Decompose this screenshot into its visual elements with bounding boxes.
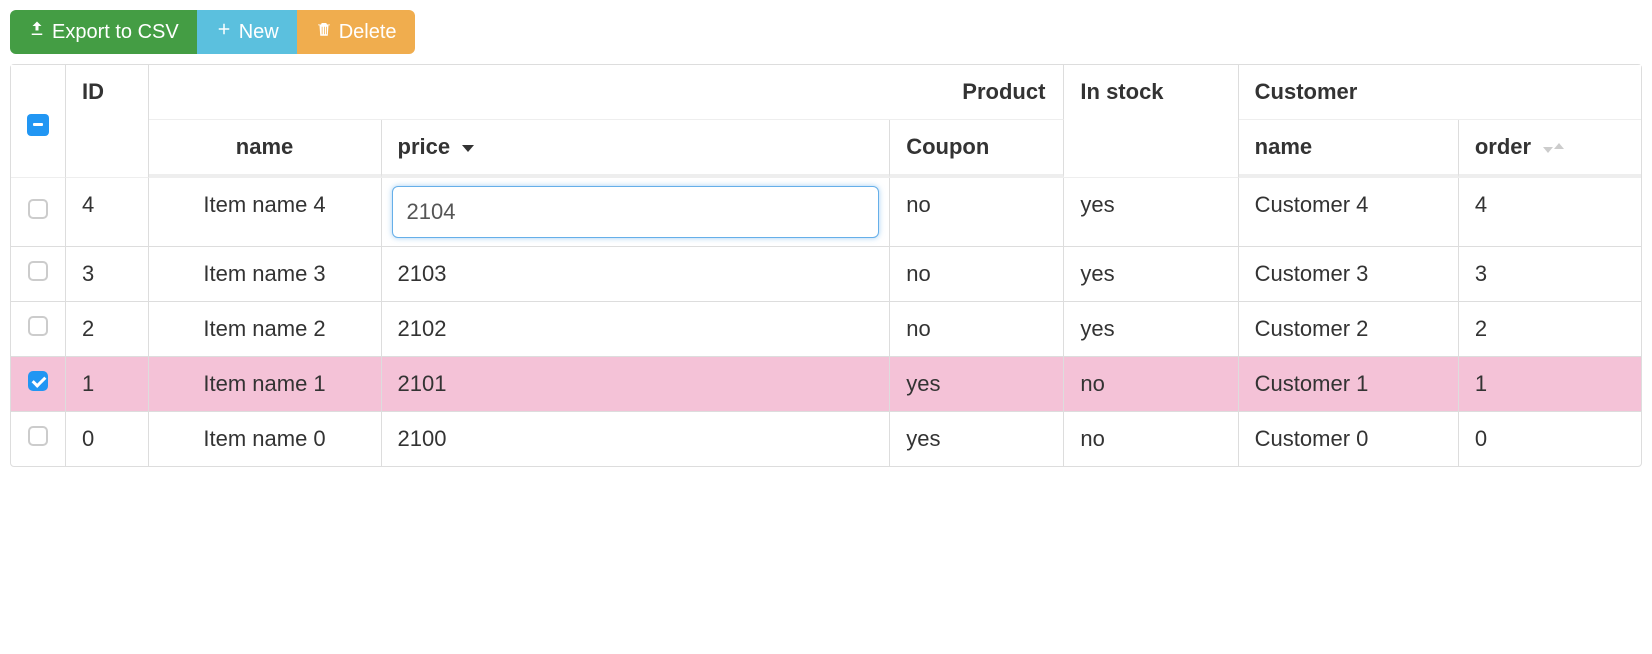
table-row: 2 Item name 2 2102 no yes Customer 2 2 (11, 302, 1641, 357)
sort-desc-icon (462, 145, 474, 152)
delete-button[interactable]: Delete (297, 10, 415, 54)
export-csv-label: Export to CSV (52, 21, 179, 44)
customer-name-header[interactable]: name (1239, 120, 1459, 178)
data-table: ID Product In stock Customer name price … (10, 64, 1642, 467)
cell-price[interactable]: 2100 (382, 412, 891, 466)
cell-price[interactable]: 2101 (382, 357, 891, 412)
cell-coupon[interactable]: yes (890, 412, 1064, 466)
sort-both-icon (1543, 143, 1564, 153)
cell-in-stock[interactable]: yes (1064, 247, 1238, 302)
toolbar: Export to CSV New Delete (10, 10, 1642, 54)
cell-in-stock[interactable]: yes (1064, 178, 1238, 247)
cell-id[interactable]: 1 (66, 357, 149, 412)
export-csv-button[interactable]: Export to CSV (10, 10, 197, 54)
row-checkbox[interactable] (28, 199, 48, 219)
cell-product-name[interactable]: Item name 1 (149, 357, 382, 412)
select-all-checkbox[interactable] (27, 114, 49, 136)
cell-order[interactable]: 1 (1459, 357, 1641, 412)
table-row: 1 Item name 1 2101 yes no Customer 1 1 (11, 357, 1641, 412)
select-all-header (11, 65, 66, 178)
delete-label: Delete (339, 21, 397, 44)
cell-customer[interactable]: Customer 2 (1239, 302, 1459, 357)
plus-icon (215, 20, 233, 44)
row-checkbox[interactable] (28, 316, 48, 336)
cell-coupon[interactable]: no (890, 178, 1064, 247)
cell-id[interactable]: 4 (66, 178, 149, 247)
cell-customer[interactable]: Customer 1 (1239, 357, 1459, 412)
table-row: 3 Item name 3 2103 no yes Customer 3 3 (11, 247, 1641, 302)
table-row: 0 Item name 0 2100 yes no Customer 0 0 (11, 412, 1641, 466)
cell-customer[interactable]: Customer 0 (1239, 412, 1459, 466)
row-checkbox[interactable] (28, 261, 48, 281)
cell-price[interactable]: 2103 (382, 247, 891, 302)
cell-product-name[interactable]: Item name 3 (149, 247, 382, 302)
product-name-header[interactable]: name (149, 120, 382, 178)
cell-in-stock[interactable]: no (1064, 357, 1238, 412)
order-header[interactable]: order (1459, 120, 1641, 178)
cell-order[interactable]: 2 (1459, 302, 1641, 357)
cell-product-name[interactable]: Item name 4 (149, 178, 382, 247)
new-button[interactable]: New (197, 10, 297, 54)
price-header[interactable]: price (382, 120, 891, 178)
cell-product-name[interactable]: Item name 2 (149, 302, 382, 357)
export-icon (28, 20, 46, 44)
in-stock-header[interactable]: In stock (1064, 65, 1238, 178)
cell-product-name[interactable]: Item name 0 (149, 412, 382, 466)
cell-customer[interactable]: Customer 4 (1239, 178, 1459, 247)
new-label: New (239, 21, 279, 44)
table-row: 4 Item name 4 no yes Customer 4 4 (11, 178, 1641, 247)
cell-customer[interactable]: Customer 3 (1239, 247, 1459, 302)
cell-coupon[interactable]: no (890, 302, 1064, 357)
cell-id[interactable]: 0 (66, 412, 149, 466)
cell-coupon[interactable]: yes (890, 357, 1064, 412)
price-edit-input[interactable] (392, 186, 880, 238)
trash-icon (315, 20, 333, 44)
cell-order[interactable]: 4 (1459, 178, 1641, 247)
customer-group-header: Customer (1239, 65, 1641, 120)
cell-in-stock[interactable]: yes (1064, 302, 1238, 357)
cell-price[interactable] (382, 178, 891, 247)
cell-in-stock[interactable]: no (1064, 412, 1238, 466)
cell-id[interactable]: 2 (66, 302, 149, 357)
row-checkbox[interactable] (28, 426, 48, 446)
cell-coupon[interactable]: no (890, 247, 1064, 302)
cell-order[interactable]: 0 (1459, 412, 1641, 466)
price-header-label: price (398, 134, 451, 159)
coupon-header[interactable]: Coupon (890, 120, 1064, 178)
product-group-header: Product (149, 65, 1065, 120)
cell-order[interactable]: 3 (1459, 247, 1641, 302)
cell-id[interactable]: 3 (66, 247, 149, 302)
id-header[interactable]: ID (66, 65, 149, 178)
row-checkbox[interactable] (28, 371, 48, 391)
cell-price[interactable]: 2102 (382, 302, 891, 357)
order-header-label: order (1475, 134, 1531, 159)
